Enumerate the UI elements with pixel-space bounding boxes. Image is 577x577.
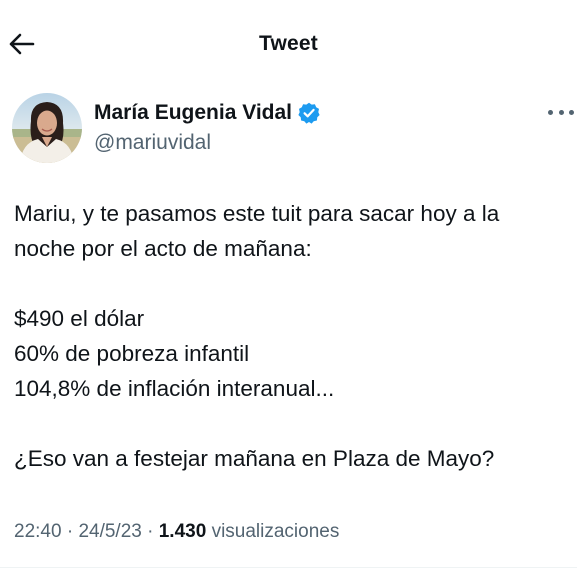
tweet-line: ¿Eso van a festejar mañana en Plaza de M…: [14, 446, 495, 471]
divider: [0, 567, 577, 568]
more-icon-dot: [569, 109, 574, 115]
tweet-line: 104,8% de inflación interanual...: [14, 376, 335, 401]
page-title: Tweet: [259, 32, 318, 55]
tweet-time[interactable]: 22:40: [14, 521, 62, 542]
tweet-line: Mariu, y te pasamos este tuit para sacar…: [14, 201, 500, 226]
author-handle[interactable]: @mariuvidal: [94, 131, 211, 155]
more-icon-dot: [558, 109, 564, 115]
avatar-image: [12, 93, 82, 163]
verified-badge-icon: [298, 102, 320, 124]
more-icon-dot: [548, 109, 553, 115]
more-options-button[interactable]: [548, 102, 574, 122]
meta-separator: ·: [141, 521, 159, 542]
tweet-line: noche por el acto de mañana:: [14, 236, 312, 261]
top-bar: Tweet: [0, 22, 577, 66]
tweet-text: Mariu, y te pasamos este tuit para sacar…: [14, 196, 574, 476]
avatar[interactable]: [12, 93, 82, 163]
author-row: María Eugenia Vidal: [94, 98, 320, 128]
meta-separator: ·: [61, 521, 79, 542]
tweet-date[interactable]: 24/5/23: [78, 521, 141, 542]
tweet-meta: 22:40 · 24/5/23 · 1.430 visualizaciones: [14, 521, 339, 543]
tweet-line: $490 el dólar: [14, 306, 145, 331]
tweet-page: Tweet María Eugenia Vidal @mariuvidal Ma…: [0, 0, 577, 577]
views-label: visualizaciones: [211, 521, 340, 542]
views-count: 1.430: [158, 521, 207, 542]
tweet-line: 60% de pobreza infantil: [14, 341, 250, 366]
author-name[interactable]: María Eugenia Vidal: [94, 101, 292, 125]
